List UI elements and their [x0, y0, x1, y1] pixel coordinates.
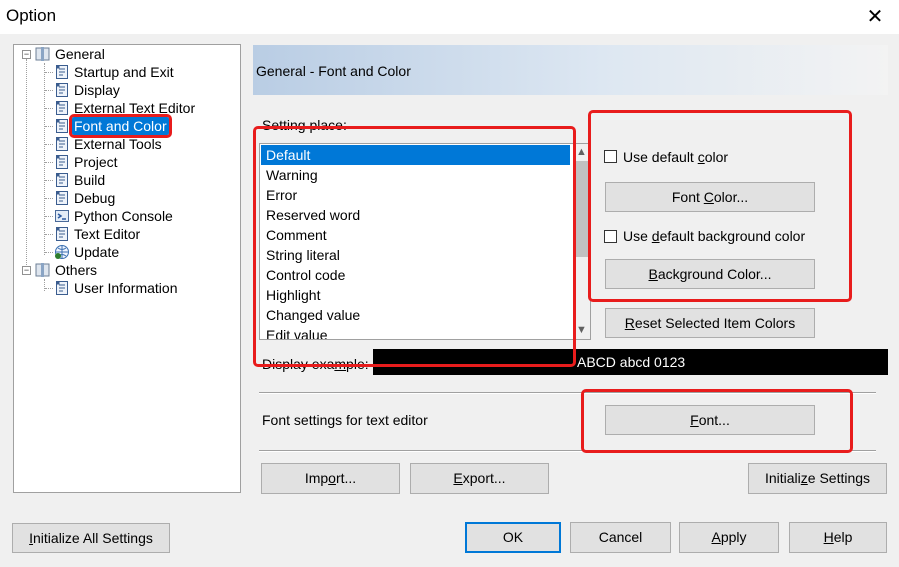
tree-connector [26, 59, 27, 273]
title-bar: Option ✕ [0, 0, 899, 34]
tree-connector [45, 144, 53, 145]
tree-item-label: External Tools [74, 136, 162, 152]
setting-place-item[interactable]: Warning [261, 165, 570, 185]
panel-header: General - Font and Color [253, 45, 888, 95]
scroll-up-icon[interactable]: ▲ [573, 144, 590, 161]
tree-connector [45, 216, 53, 217]
collapse-others-icon[interactable]: − [22, 266, 31, 275]
listbox-scrollbar[interactable]: ▲ ▼ [573, 144, 590, 339]
tree-connector [45, 252, 53, 253]
export-button[interactable]: Export... [410, 463, 549, 494]
page-icon [54, 136, 70, 152]
tree-connector [45, 126, 53, 127]
page-icon [54, 226, 70, 242]
tree-item-label: Update [74, 244, 120, 260]
separator [259, 392, 876, 394]
scrollbar-thumb[interactable] [574, 161, 589, 257]
cancel-button[interactable]: Cancel [570, 522, 671, 553]
tree-item-label: General [55, 46, 105, 62]
setting-place-item[interactable]: Comment [261, 225, 570, 245]
apply-button[interactable]: Apply [679, 522, 779, 553]
options-tree[interactable]: − − General Startup and Exit Display Extern… [13, 44, 241, 493]
setting-place-listbox[interactable]: Default Warning Error Reserved word Comment S… [259, 143, 591, 340]
page-icon [54, 154, 70, 170]
use-default-background-checkbox[interactable] [604, 230, 617, 243]
tree-item-label: User Information [74, 280, 178, 296]
use-default-background-label[interactable]: Use default background color [623, 228, 805, 244]
tree-item-label: Build [74, 172, 106, 188]
console-icon [54, 208, 70, 224]
tree-connector [45, 90, 53, 91]
page-icon [54, 172, 70, 188]
reset-selected-item-colors-button[interactable]: Reset Selected Item Colors [605, 308, 815, 338]
setting-place-item[interactable]: Changed value [261, 305, 570, 325]
window-title: Option [6, 6, 57, 25]
setting-place-item[interactable]: Edit value [261, 325, 570, 339]
tree-connector [45, 288, 53, 289]
tree-item-label: Font and Color [69, 114, 172, 138]
background-color-button[interactable]: Background Color... [605, 259, 815, 289]
book-icon [35, 46, 51, 62]
initialize-all-settings-button[interactable]: Initialize All Settings [12, 523, 170, 553]
tree-item-label: External Text Editor [74, 100, 196, 116]
page-icon [54, 118, 70, 134]
page-icon [54, 82, 70, 98]
tree-connector [44, 63, 45, 255]
tree-item-label: Others [55, 262, 98, 278]
display-example-preview: ABCD abcd 0123 [373, 349, 888, 375]
import-button[interactable]: Import... [261, 463, 400, 494]
font-color-button[interactable]: Font Color... [605, 182, 815, 212]
display-example-text: ABCD abcd 0123 [577, 354, 686, 370]
tree-connector [44, 279, 45, 291]
close-icon[interactable]: ✕ [865, 4, 885, 28]
globe-icon [54, 244, 70, 260]
page-icon [54, 280, 70, 296]
font-button[interactable]: Font... [605, 405, 815, 435]
ok-button[interactable]: OK [465, 522, 561, 553]
tree-connector [45, 234, 53, 235]
setting-place-item[interactable]: Error [261, 185, 570, 205]
scroll-down-icon[interactable]: ▼ [573, 322, 590, 339]
panel-title: General - Font and Color [256, 63, 411, 79]
display-example-label: Display example: [262, 356, 369, 372]
tree-item-label: Text Editor [74, 226, 141, 242]
page-icon [54, 100, 70, 116]
tree-connector [45, 72, 53, 73]
collapse-general-icon[interactable]: − [22, 50, 31, 59]
tree-item-label: Display [74, 82, 120, 98]
tree-connector [45, 162, 53, 163]
initialize-settings-button[interactable]: Initialize Settings [748, 463, 887, 494]
page-icon [54, 64, 70, 80]
separator [259, 450, 876, 452]
tree-item-label: Python Console [74, 208, 173, 224]
setting-place-item[interactable]: String literal [261, 245, 570, 265]
tree-item-label: Project [74, 154, 118, 170]
tree-connector [45, 180, 53, 181]
tree-item-label: Debug [74, 190, 116, 206]
tree-connector [45, 108, 53, 109]
setting-place-item[interactable]: Reserved word [261, 205, 570, 225]
use-default-color-checkbox[interactable] [604, 150, 617, 163]
setting-place-item[interactable]: Highlight [261, 285, 570, 305]
tree-connector [45, 198, 53, 199]
setting-place-label: Setting place: [262, 117, 347, 133]
help-button[interactable]: Help [789, 522, 887, 553]
font-settings-label: Font settings for text editor [262, 412, 428, 428]
book-icon [35, 262, 51, 278]
setting-place-item[interactable]: Default [261, 145, 570, 165]
use-default-color-label[interactable]: Use default color [623, 149, 728, 165]
page-icon [54, 190, 70, 206]
tree-item-label: Startup and Exit [74, 64, 174, 80]
setting-place-item[interactable]: Control code [261, 265, 570, 285]
